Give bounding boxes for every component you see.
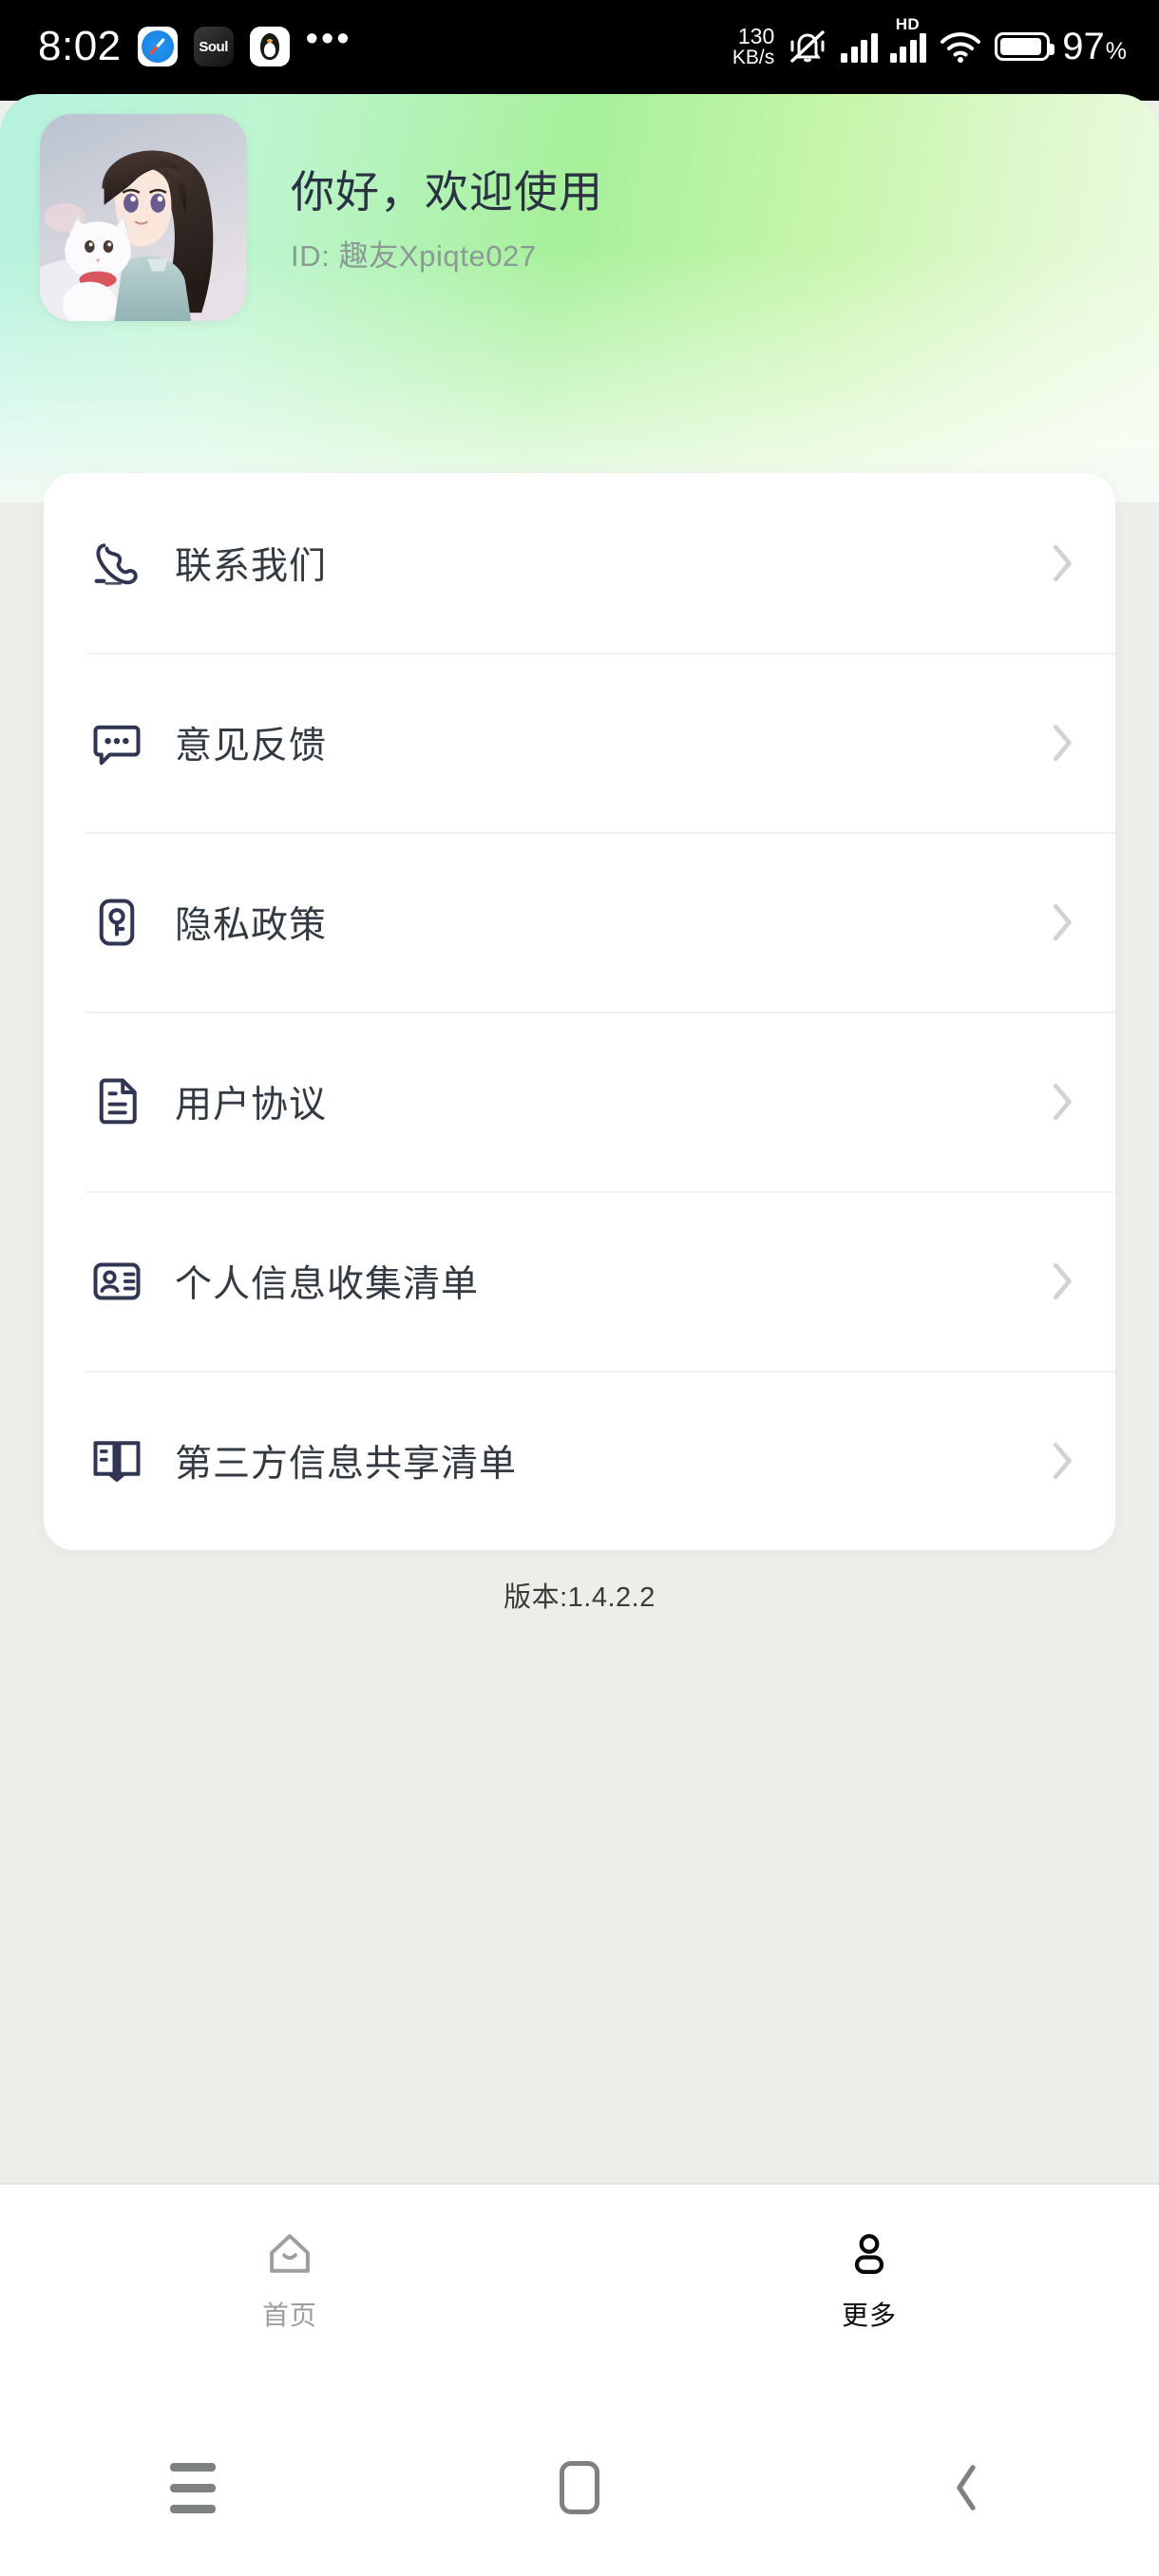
chevron-right-icon [1053, 1262, 1072, 1299]
status-bar-right: 130 KB/s HD 97 % [732, 15, 1127, 69]
battery-percent-symbol: % [1105, 37, 1127, 65]
greeting-title: 你好，欢迎使用 [291, 166, 603, 217]
profile-block[interactable]: 你好，欢迎使用 ID: 趣友Xpiqte027 [40, 114, 603, 321]
menu-item-label: 联系我们 [175, 545, 328, 587]
menu-item-feedback[interactable]: 意见反馈 [44, 653, 1115, 832]
menu-item-label: 第三方信息共享清单 [175, 1443, 518, 1485]
menu-item-label: 隐私政策 [175, 904, 328, 946]
tab-more-label: 更多 [841, 2301, 897, 2330]
signal-bars-hd-icon: HD [889, 15, 927, 63]
battery-percentage: 97 % [1062, 26, 1127, 68]
nav-recents-button[interactable] [122, 2435, 264, 2540]
menu-item-user-agreement[interactable]: 用户协议 [44, 1012, 1115, 1191]
open-book-icon [87, 1431, 146, 1490]
hd-label: HD [895, 15, 920, 33]
menu-item-label: 个人信息收集清单 [175, 1263, 480, 1305]
menu-item-contact-us[interactable]: 联系我们 [44, 473, 1115, 653]
qq-penguin-icon [249, 27, 290, 66]
overflow-dots-icon: ••• [305, 19, 352, 60]
home-icon [270, 2234, 310, 2273]
phone-screen: 8:02 Soul ••• 130 KB/s HD 97 % 你好，欢迎使用 I… [0, 0, 1159, 2576]
status-bar-clock: 8:02 [38, 23, 122, 69]
tab-more[interactable]: 更多 [580, 2185, 1159, 2399]
vibrate-off-icon [790, 30, 825, 63]
chevron-right-icon [1053, 903, 1072, 940]
nav-home-button[interactable] [508, 2435, 651, 2540]
soul-app-icon: Soul [193, 27, 234, 66]
safari-compass-icon [137, 27, 178, 66]
chat-bubble-icon [87, 713, 146, 772]
phone-icon [87, 534, 146, 593]
chevron-right-icon [1053, 544, 1072, 581]
hamburger-icon [170, 2462, 217, 2513]
signal-bars-icon [841, 30, 878, 63]
document-icon [87, 1072, 146, 1131]
status-bar: 8:02 Soul ••• 130 KB/s HD 97 % [0, 0, 1159, 101]
menu-item-privacy-policy[interactable]: 隐私政策 [44, 832, 1115, 1012]
avatar-image [40, 114, 247, 321]
square-icon [559, 2461, 599, 2514]
menu-item-personal-info-list[interactable]: 个人信息收集清单 [44, 1191, 1115, 1371]
menu-item-third-party-sharing-list[interactable]: 第三方信息共享清单 [44, 1371, 1115, 1550]
menu-card: 联系我们 意见反馈 隐私政策 用户协议 个人信息收集清单 第三方信息共享清单 [44, 473, 1115, 1550]
tab-home[interactable]: 首页 [0, 2185, 580, 2399]
person-icon [854, 2233, 884, 2275]
chevron-left-icon [956, 2465, 976, 2510]
id-card-icon [87, 1252, 146, 1311]
profile-text: 你好，欢迎使用 ID: 趣友Xpiqte027 [291, 158, 603, 278]
status-bar-left: 8:02 Soul ••• [38, 19, 352, 69]
chevron-right-icon [1053, 724, 1072, 761]
battery-icon [995, 32, 1055, 61]
wifi-icon [940, 32, 981, 63]
tab-home-label: 首页 [261, 2301, 317, 2330]
nav-back-button[interactable] [895, 2435, 1037, 2540]
version-label: 版本:1.4.2.2 [504, 1582, 656, 1613]
network-speed-unit: KB/s [732, 47, 775, 69]
menu-item-label: 意见反馈 [175, 725, 328, 767]
network-speed-value: 130 [737, 23, 775, 48]
avatar[interactable] [40, 114, 247, 321]
privacy-key-icon [87, 893, 146, 952]
soul-app-label: Soul [199, 38, 228, 55]
android-nav-bar [0, 2399, 1159, 2576]
user-id: ID: 趣友Xpiqte027 [291, 238, 537, 273]
chevron-right-icon [1053, 1442, 1072, 1479]
bottom-tab-bar: 首页 更多 [0, 2183, 1159, 2399]
menu-item-label: 用户协议 [175, 1084, 328, 1126]
battery-percent-value: 97 [1062, 25, 1105, 67]
chevron-right-icon [1053, 1083, 1072, 1120]
network-speed-indicator: 130 KB/s [732, 23, 775, 69]
